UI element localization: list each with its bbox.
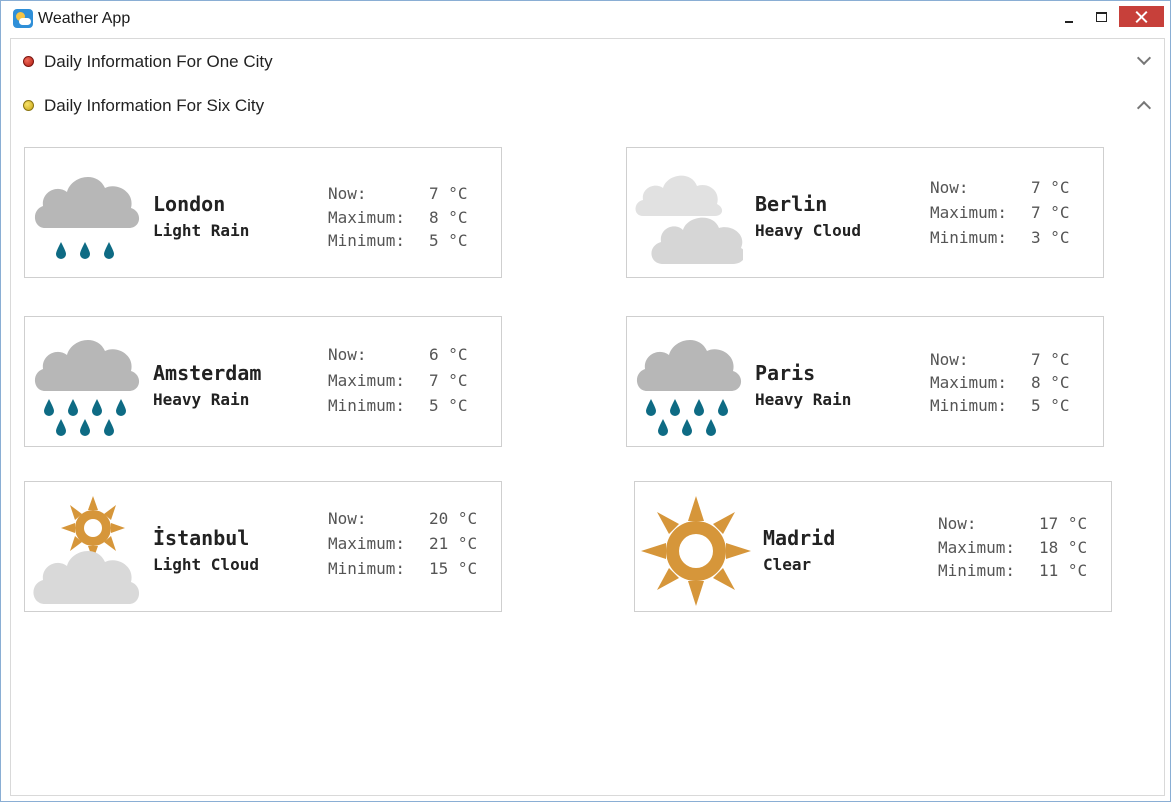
city-name: Madrid: [763, 526, 836, 550]
window-title: Weather App: [38, 10, 131, 27]
now-value: 7 °C: [429, 184, 468, 203]
yellow-status-dot-icon: [23, 100, 34, 111]
weather-condition: Heavy Rain: [153, 390, 250, 409]
section-title: Daily Information For One City: [44, 52, 273, 71]
temperature-list: Now: 7 °C Maximum: 8 °C Minimum: 5 °C: [930, 348, 1090, 417]
temperature-list: Now: 20 °C Maximum: 21 °C Minimum: 15 °C: [328, 506, 488, 581]
now-label: Now:: [930, 350, 969, 369]
city-card-paris: Paris Heavy Rain Now: 7 °C Maximum: 8 °C M…: [626, 316, 1104, 447]
city-card-london: London Light Rain Now: 7 °C Maximum: 8 °C …: [24, 147, 502, 278]
minimum-value: 11 °C: [1039, 561, 1088, 580]
section-title: Daily Information For Six City: [44, 96, 265, 115]
temperature-list: Now: 17 °C Maximum: 18 °C Minimum: 11 °C: [938, 512, 1098, 583]
minimum-value: 5 °C: [429, 396, 468, 415]
weather-condition: Heavy Cloud: [755, 221, 861, 240]
maximum-value: 7 °C: [1031, 203, 1070, 222]
maximum-label: Maximum:: [930, 373, 1008, 392]
weather-condition: Light Cloud: [153, 555, 259, 574]
now-value: 17 °C: [1039, 514, 1088, 533]
now-label: Now:: [938, 514, 977, 533]
now-label: Now:: [328, 184, 367, 203]
minimum-value: 15 °C: [429, 559, 478, 578]
weather-app-icon: [13, 9, 33, 28]
close-button[interactable]: [1119, 6, 1164, 27]
now-value: 20 °C: [429, 509, 478, 528]
title-bar[interactable]: Weather App: [1, 1, 1170, 37]
maximize-icon: [1096, 12, 1107, 22]
city-name: Amsterdam: [153, 361, 262, 385]
red-status-dot-icon: [23, 56, 34, 67]
city-name: İstanbul: [153, 526, 250, 550]
weather-condition: Light Rain: [153, 221, 250, 240]
temperature-list: Now: 6 °C Maximum: 7 °C Minimum: 5 °C: [328, 342, 488, 419]
minimum-label: Minimum:: [328, 231, 406, 250]
now-label: Now:: [328, 345, 367, 364]
now-label: Now:: [930, 178, 969, 197]
now-value: 7 °C: [1031, 178, 1070, 197]
maximum-value: 7 °C: [429, 370, 468, 390]
weather-condition: Heavy Rain: [755, 390, 852, 409]
maximum-value: 21 °C: [429, 534, 478, 553]
temperature-list: Now: 7 °C Maximum: 8 °C Minimum: 5 °C: [328, 182, 488, 253]
maximum-label: Maximum:: [930, 203, 1008, 222]
now-label: Now:: [328, 509, 367, 528]
heavy-cloud-icon: [633, 166, 746, 266]
light-cloud-icon: [31, 494, 141, 604]
section-header-six-city[interactable]: Daily Information For Six City: [11, 85, 1164, 125]
maximum-value: 18 °C: [1039, 537, 1088, 557]
city-name: Berlin: [755, 192, 828, 216]
minimize-icon: [1065, 21, 1073, 23]
city-card-istanbul: İstanbul Light Cloud Now: 20 °C Maximum: 2…: [24, 481, 502, 612]
maximum-label: Maximum:: [328, 534, 406, 553]
minimum-value: 5 °C: [429, 231, 468, 250]
maximum-value: 8 °C: [1031, 373, 1070, 392]
weather-condition: Clear: [763, 555, 812, 574]
city-card-amsterdam: Amsterdam Heavy Rain Now: 6 °C Maximum: 7 …: [24, 316, 502, 447]
now-value: 7 °C: [1031, 350, 1070, 369]
minimum-label: Minimum:: [938, 561, 1016, 580]
city-card-berlin: Berlin Heavy Cloud Now: 7 °C Maximum: 7 °C…: [626, 147, 1104, 278]
city-name: Paris: [755, 361, 816, 385]
minimum-value: 5 °C: [1031, 396, 1070, 415]
light-rain-icon: [31, 166, 141, 266]
temperature-list: Now: 7 °C Maximum: 7 °C Minimum: 3 °C: [930, 175, 1090, 250]
maximize-button[interactable]: [1087, 1, 1113, 31]
now-value: 6 °C: [429, 345, 468, 364]
maximum-label: Maximum:: [328, 207, 406, 227]
minimum-label: Minimum:: [930, 228, 1008, 247]
accordion-panel: Daily Information For One City Daily Inf…: [10, 38, 1165, 796]
city-card-madrid: Madrid Clear Now: 17 °C Maximum: 18 °C Min…: [634, 481, 1112, 612]
chevron-down-icon[interactable]: [1136, 50, 1152, 66]
section-header-one-city[interactable]: Daily Information For One City: [11, 41, 1164, 81]
city-name: London: [153, 192, 226, 216]
chevron-up-icon[interactable]: [1136, 100, 1152, 116]
minimum-label: Minimum:: [328, 559, 406, 578]
minimum-value: 3 °C: [1031, 228, 1070, 247]
app-window: Weather App Daily Information For One Ci…: [0, 0, 1171, 802]
heavy-rain-icon: [31, 335, 141, 436]
minimum-label: Minimum:: [930, 396, 1008, 415]
maximum-value: 8 °C: [429, 207, 468, 227]
maximum-label: Maximum:: [328, 370, 406, 390]
minimum-label: Minimum:: [328, 396, 406, 415]
heavy-rain-icon: [633, 335, 743, 436]
maximum-label: Maximum:: [938, 537, 1016, 557]
clear-sun-icon: [641, 496, 751, 606]
minimize-button[interactable]: [1057, 1, 1081, 31]
